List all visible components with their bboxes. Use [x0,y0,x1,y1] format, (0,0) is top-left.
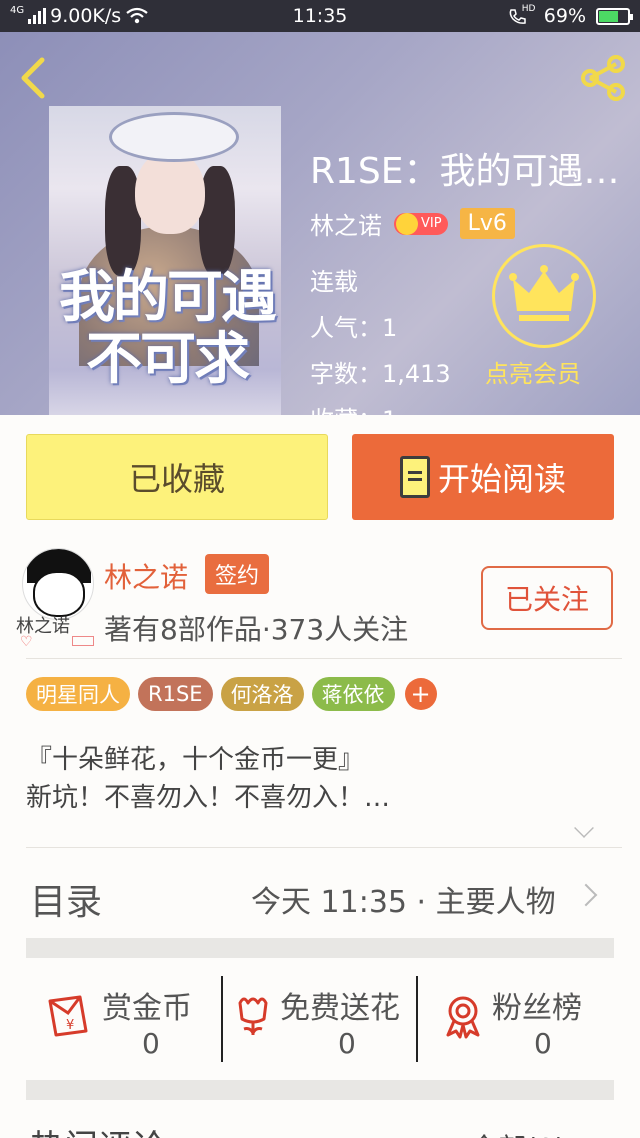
chevron-right-icon[interactable] [574,883,598,907]
flower-icon [238,997,268,1035]
book-description[interactable]: 『十朵鲜花，十个金币一更』 新坑！不喜勿入！不喜勿入！… [26,741,390,817]
heart-icon: ♡ [20,634,33,650]
author-row: 林之诺 VIP Lv6 [310,206,515,241]
description-line: 新坑！不喜勿入！不喜勿入！… [26,783,391,813]
add-tag-button[interactable]: + [404,678,437,710]
status-right: HD 69% [508,4,633,27]
tag-list: 明星同人 R1SE 何洛洛 蒋依依 + [26,677,437,711]
book-word-count: 字数：1,413 [310,360,451,388]
stat-divider [221,976,223,1062]
cover-title: 我的可遇不可求 [59,264,277,392]
hd-call-icon: HD [508,4,536,26]
stat-divider [416,976,418,1062]
medal-icon [446,996,480,1039]
crown-icon [396,212,418,235]
cover-face [135,150,205,234]
book-title: R1SE：我的可遇… [310,151,620,192]
vip-badge: VIP [394,212,448,235]
tag-chip[interactable]: 何洛洛 [220,677,304,711]
chevron-down-icon[interactable] [574,818,594,838]
cover-hat [109,112,239,162]
book-cover[interactable]: 我的可遇不可求 [49,106,281,415]
writer-stats: 著有8部作品·373人关注 [104,613,409,646]
hd-label: HD [521,4,536,14]
start-reading-label: 开始阅读 [437,460,566,498]
writer-avatar[interactable] [22,548,94,620]
tag-icon [72,636,94,646]
book-detail-body: 已收藏 开始阅读 林之诺 ♡ 林之诺 签约 著有8部作品·373人关注 已关注 … [0,415,640,1138]
section-separator [26,1080,614,1100]
stat-label: 免费送花 [280,991,400,1026]
book-header: 我的可遇不可求 R1SE：我的可遇… 林之诺 VIP Lv6 连载 人气：1 字… [0,32,640,415]
stat-label: 粉丝榜 [492,991,582,1026]
book-status: 连载 [310,268,358,296]
reward-coins-button[interactable]: ¥ 赏金币 0 [46,975,216,1065]
hot-comments-title: 热门评论 [30,1120,166,1138]
description-line: 『十朵鲜花，十个金币一更』 [26,745,365,775]
red-envelope-icon: ¥ [48,995,88,1037]
follow-button[interactable]: 已关注 [481,566,613,630]
vip-label: VIP [421,216,442,231]
toc-update[interactable]: 今天 11:35 · 主要人物 [251,877,556,921]
battery-icon [596,7,633,25]
svg-text:¥: ¥ [66,1018,74,1033]
back-arrow-icon[interactable] [14,54,54,102]
battery-fill [599,10,618,22]
member-button[interactable] [492,244,596,348]
avatar-face [33,571,85,617]
author-name[interactable]: 林之诺 [310,206,382,241]
toc-label[interactable]: 目录 [30,873,102,925]
battery-percent: 69% [543,5,586,27]
stat-value: 0 [534,1027,552,1060]
tag-chip[interactable]: 明星同人 [26,677,130,711]
stat-label: 赏金币 [102,991,192,1026]
all-comments-link[interactable]: 全部(0) [470,1127,566,1138]
status-bar: 4G 9.00K/s 11:35 HD 69% [0,0,640,32]
book-icon [399,456,430,498]
start-reading-button[interactable]: 开始阅读 [352,434,614,520]
free-flower-button[interactable]: 免费送花 0 [230,975,416,1065]
share-icon[interactable] [578,52,630,104]
stat-value: 0 [142,1027,160,1060]
fan-ranking-button[interactable]: 粉丝榜 0 [440,975,610,1065]
favorite-label: 已收藏 [128,460,225,498]
tag-chip[interactable]: R1SE [138,677,213,711]
divider [26,658,622,659]
book-collections: 收藏：1 [310,400,397,415]
section-separator [26,938,614,958]
stat-value: 0 [338,1027,356,1060]
avatar-caption: 林之诺 ♡ [16,612,96,650]
divider [26,847,622,848]
member-label[interactable]: 点亮会员 [485,354,581,389]
level-badge: Lv6 [459,208,515,239]
book-popularity: 人气：1 [310,314,398,342]
cover-hair [199,166,235,276]
crown-icon [509,265,579,321]
favorite-button[interactable]: 已收藏 [26,434,328,520]
signed-badge: 签约 [205,554,270,594]
writer-name[interactable]: 林之诺 [104,556,188,596]
tag-chip[interactable]: 蒋依依 [311,677,395,711]
